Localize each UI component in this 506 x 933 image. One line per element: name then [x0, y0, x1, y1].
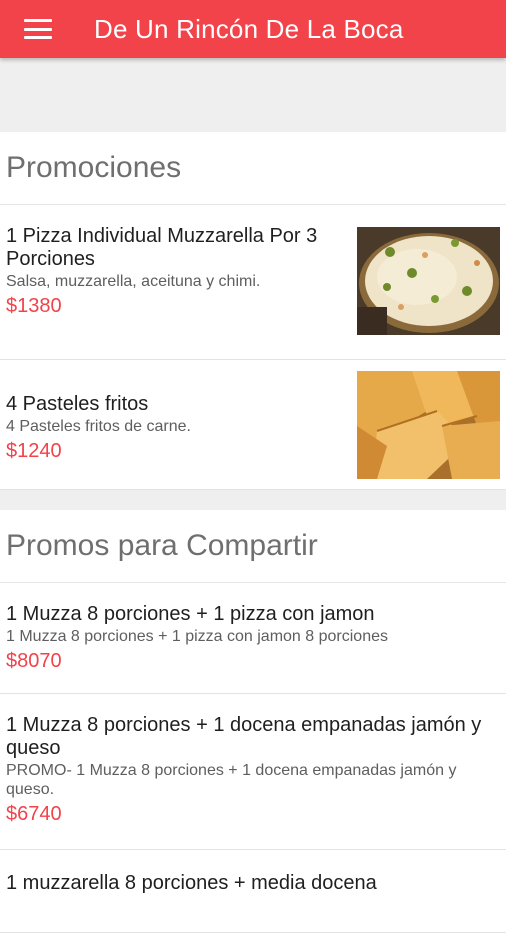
menu-item[interactable]: 1 muzzarella 8 porciones + media docena: [0, 850, 506, 933]
menu-item[interactable]: 1 Muzza 8 porciones + 1 docena empanadas…: [0, 694, 506, 850]
menu-item-text: 4 Pasteles fritos 4 Pasteles fritos de c…: [6, 371, 349, 463]
menu-item-name: 1 muzzarella 8 porciones + media docena: [6, 872, 377, 894]
menu-item-price: $1240: [6, 440, 62, 462]
menu-item-price: $1380: [6, 295, 62, 317]
menu-item-name: 1 Muzza 8 porciones + 1 docena empanadas…: [6, 714, 482, 759]
pizza-image: [357, 227, 500, 335]
section-divider: [0, 490, 506, 510]
section-title: Promos para Compartir: [0, 510, 506, 583]
app-title: De Un Rincón De La Boca: [94, 13, 404, 44]
menu-item-text: 1 Pizza Individual Muzzarella Por 3 Porc…: [6, 225, 349, 318]
menu-item-name: 1 Muzza 8 porciones + 1 pizza con jamon: [6, 603, 375, 625]
app-bar: De Un Rincón De La Boca: [0, 0, 506, 58]
menu-item-text: 1 Muzza 8 porciones + 1 pizza con jamon …: [6, 603, 500, 673]
fried-pastries-image: [357, 371, 500, 479]
menu-item-description: Salsa, muzzarella, aceituna y chimi.: [6, 273, 261, 290]
hamburger-menu-icon[interactable]: [24, 19, 52, 39]
menu-item-price: $6740: [6, 803, 62, 825]
section-promos-para-compartir: Promos para Compartir 1 Muzza 8 porcione…: [0, 510, 506, 933]
menu-item-name: 1 Pizza Individual Muzzarella Por 3 Porc…: [6, 225, 318, 270]
menu-item-description: PROMO- 1 Muzza 8 porciones + 1 docena em…: [6, 762, 457, 798]
menu-item-description: 1 Muzza 8 porciones + 1 pizza con jamon …: [6, 628, 388, 645]
menu-item-description: 4 Pasteles fritos de carne.: [6, 418, 191, 435]
section-promociones: Promociones 1 Pizza Individual Muzzarell…: [0, 132, 506, 490]
section-title: Promociones: [0, 132, 506, 205]
top-spacer: [0, 58, 506, 132]
menu-item[interactable]: 1 Pizza Individual Muzzarella Por 3 Porc…: [0, 205, 506, 360]
menu-item[interactable]: 4 Pasteles fritos 4 Pasteles fritos de c…: [0, 360, 506, 490]
menu-item-price: $8070: [6, 650, 62, 672]
menu-item-name: 4 Pasteles fritos: [6, 393, 149, 415]
menu-item[interactable]: 1 Muzza 8 porciones + 1 pizza con jamon …: [0, 583, 506, 694]
menu-item-text: 1 Muzza 8 porciones + 1 docena empanadas…: [6, 714, 500, 826]
menu-item-text: 1 muzzarella 8 porciones + media docena: [6, 872, 500, 895]
